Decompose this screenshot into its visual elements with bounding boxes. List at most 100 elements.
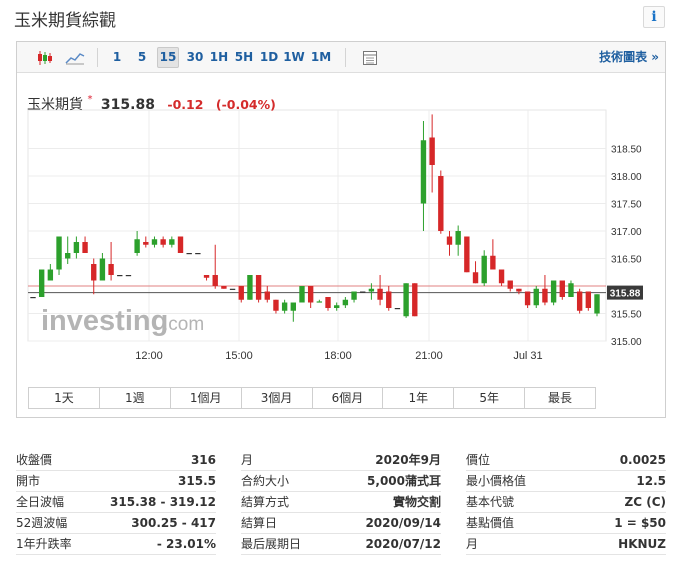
candle-body — [446, 236, 453, 245]
candle — [91, 258, 97, 295]
candle — [65, 236, 71, 264]
stat-label: 月 — [241, 453, 254, 467]
candle — [290, 302, 296, 322]
candle-body — [221, 286, 227, 289]
stat-label: 收盤價 — [16, 453, 53, 467]
candle-body — [125, 275, 132, 277]
price-change-pct: (-0.04%) — [215, 97, 276, 112]
candle — [151, 236, 158, 248]
candle — [299, 286, 305, 303]
candle — [203, 275, 210, 281]
candle-body — [255, 275, 262, 300]
candle-body — [307, 286, 314, 303]
candle — [594, 294, 600, 317]
candle-body — [73, 242, 80, 253]
range-max[interactable]: 最長 — [525, 388, 595, 408]
watermark-suffix: .com — [163, 314, 204, 335]
stat-row: 月 2020年9月 — [241, 450, 441, 471]
candle-body — [429, 137, 435, 165]
stat-value: HKNUZ — [618, 537, 666, 551]
candle-body — [82, 242, 88, 253]
candle-body — [238, 286, 244, 300]
stat-value: - 23.01% — [156, 537, 216, 551]
stat-label: 結算日 — [241, 516, 278, 530]
stat-value: 實物交割 — [392, 495, 441, 509]
candle — [99, 253, 106, 281]
range-1w[interactable]: 1週 — [99, 388, 171, 408]
stat-row: 價位 0.0025 — [466, 450, 666, 471]
candle — [550, 280, 557, 306]
candle-body — [212, 275, 218, 286]
stat-value: 315.38 - 319.12 — [110, 495, 216, 509]
stat-value: 0.0025 — [619, 453, 666, 467]
x-tick-label: 21:00 — [415, 350, 443, 362]
stat-row: 52週波幅 300.25 - 417 — [16, 513, 216, 534]
stat-label: 月 — [466, 537, 479, 551]
range-3m[interactable]: 3個月 — [241, 388, 313, 408]
candle-body — [151, 239, 158, 245]
stat-row: 全日波幅 315.38 - 319.12 — [16, 492, 216, 513]
candle — [559, 280, 565, 300]
candle — [498, 269, 505, 286]
candle-body — [351, 291, 357, 300]
stats-column-2: 月 2020年9月 合約大小 5,000蒲式耳 結算方式 實物交割 結算日 2020/0… — [241, 450, 441, 555]
candle-body — [360, 291, 366, 293]
candle — [507, 280, 513, 292]
range-1y[interactable]: 1年 — [383, 388, 455, 408]
stat-label: 基本代號 — [466, 495, 515, 509]
candle-body — [481, 255, 487, 284]
candle — [195, 253, 201, 255]
stat-label: 52週波幅 — [16, 516, 68, 530]
candle-body — [325, 297, 331, 308]
candle-body — [585, 291, 592, 308]
candle — [108, 242, 114, 281]
stat-label: 價位 — [466, 453, 491, 467]
candle — [516, 288, 522, 295]
stat-label: 1年升跌率 — [16, 537, 72, 551]
candle-body — [472, 272, 479, 284]
range-1d[interactable]: 1天 — [29, 388, 100, 408]
candle — [229, 288, 236, 290]
candle — [316, 299, 323, 303]
candle — [472, 261, 479, 284]
stat-row: 合約大小 5,000蒲式耳 — [241, 471, 441, 492]
stat-row: 結算方式 實物交割 — [241, 492, 441, 513]
candle-body — [342, 299, 349, 306]
candle-body — [65, 253, 71, 259]
candle-body — [177, 236, 184, 253]
candle — [342, 297, 349, 308]
candle — [221, 286, 227, 289]
candle-body — [377, 288, 383, 300]
range-6m[interactable]: 6個月 — [312, 388, 384, 408]
range-1m[interactable]: 1個月 — [170, 388, 242, 408]
candle — [351, 291, 357, 303]
x-tick-label: 15:00 — [225, 350, 253, 362]
stat-row: 月 HKNUZ — [466, 534, 666, 555]
candle — [82, 236, 88, 253]
candle-body — [576, 291, 583, 311]
candle-body — [47, 269, 54, 281]
candle-body — [507, 280, 513, 289]
y-tick-label: 316.50 — [611, 255, 642, 266]
candle-body — [594, 294, 600, 314]
candle-body — [134, 239, 140, 253]
candle-body — [490, 255, 496, 270]
candle-body — [455, 231, 461, 245]
candle-body — [386, 291, 392, 308]
candle-body — [498, 269, 505, 284]
stat-label: 基點價值 — [466, 516, 515, 530]
stats-column-1: 收盤價 316 開市 315.5 全日波幅 315.38 - 319.12 52週波幅… — [16, 450, 216, 555]
stat-label: 合約大小 — [241, 474, 290, 488]
stat-row: 最小價格值 12.5 — [466, 471, 666, 492]
instrument-name: 玉米期貨 — [27, 97, 83, 113]
quote-header: 玉米期貨 * 315.88 -0.12 (-0.04%) — [27, 94, 276, 114]
candle — [438, 170, 444, 234]
info-icon[interactable]: i — [643, 6, 665, 28]
candle — [169, 236, 175, 248]
candle — [585, 291, 592, 311]
candle-body — [516, 288, 522, 292]
stat-value: 5,000蒲式耳 — [367, 474, 441, 488]
range-5y[interactable]: 5年 — [454, 388, 526, 408]
candle-body — [229, 288, 236, 290]
candle — [30, 297, 36, 299]
